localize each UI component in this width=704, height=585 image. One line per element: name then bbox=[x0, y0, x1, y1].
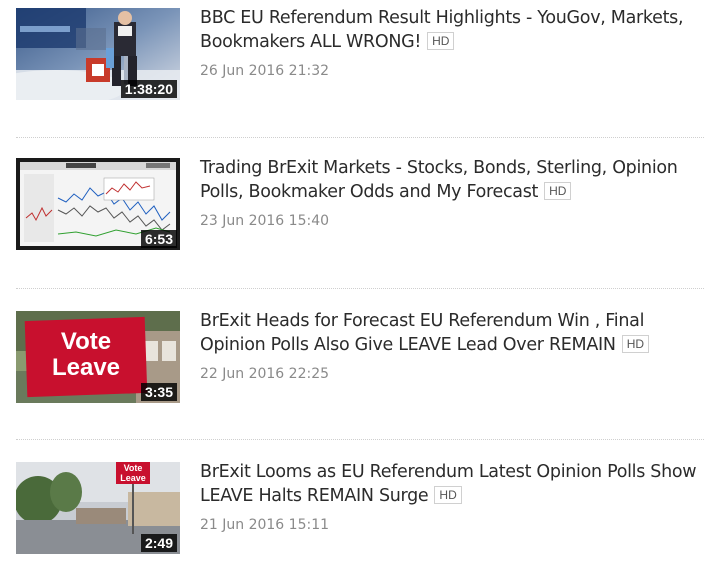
sign-text-line1: Vote bbox=[124, 463, 143, 473]
video-title[interactable]: BBC EU Referendum Result Highlights - Yo… bbox=[200, 6, 700, 54]
video-thumbnail[interactable]: 6:53 bbox=[16, 158, 180, 250]
video-meta: BBC EU Referendum Result Highlights - Yo… bbox=[200, 6, 700, 79]
video-date: 22 Jun 2016 22:25 bbox=[200, 366, 330, 382]
duration-badge: 2:49 bbox=[140, 534, 177, 552]
duration-badge: 3:35 bbox=[140, 383, 177, 401]
sign-text-line1: Vote bbox=[61, 328, 111, 355]
video-date: 23 Jun 2016 15:40 bbox=[200, 213, 330, 229]
video-meta: BrExit Looms as EU Referendum Latest Opi… bbox=[200, 460, 700, 533]
sign-text-line2: Leave bbox=[52, 354, 120, 381]
video-thumbnail[interactable]: Vote Leave 2:49 bbox=[16, 462, 180, 554]
sign-text-line2: Leave bbox=[120, 473, 146, 483]
duration-badge: 6:53 bbox=[140, 230, 177, 248]
video-title[interactable]: BrExit Heads for Forecast EU Referendum … bbox=[200, 309, 700, 357]
divider bbox=[16, 439, 704, 440]
duration-badge: 1:38:20 bbox=[120, 80, 177, 98]
hd-badge: HD bbox=[544, 182, 572, 200]
video-meta: Trading BrExit Markets - Stocks, Bonds, … bbox=[200, 156, 700, 229]
video-title-text[interactable]: BrExit Heads for Forecast EU Referendum … bbox=[200, 311, 644, 355]
video-title[interactable]: BrExit Looms as EU Referendum Latest Opi… bbox=[200, 460, 700, 508]
divider bbox=[16, 137, 704, 138]
hd-badge: HD bbox=[621, 335, 650, 353]
video-item: Vote Leave 2:49 BrExit Looms as EU Refer… bbox=[0, 462, 704, 572]
video-date: 26 Jun 2016 21:32 bbox=[200, 63, 330, 79]
divider bbox=[16, 288, 704, 289]
hd-badge: HD bbox=[434, 486, 462, 504]
video-title-text[interactable]: Trading BrExit Markets - Stocks, Bonds, … bbox=[200, 158, 678, 202]
video-list: 1:38:20 BBC EU Referendum Result Highlig… bbox=[0, 0, 704, 585]
video-item: 1:38:20 BBC EU Referendum Result Highlig… bbox=[0, 8, 704, 118]
video-item: 6:53 Trading BrExit Markets - Stocks, Bo… bbox=[0, 158, 704, 268]
video-thumbnail[interactable]: Vote Leave 3:35 bbox=[16, 311, 180, 403]
video-thumbnail[interactable]: 1:38:20 bbox=[16, 8, 180, 100]
video-item: Vote Leave 3:35 BrExit Heads for Forecas… bbox=[0, 311, 704, 421]
video-meta: BrExit Heads for Forecast EU Referendum … bbox=[200, 309, 700, 382]
hd-badge: HD bbox=[427, 32, 455, 50]
video-date: 21 Jun 2016 15:11 bbox=[200, 517, 330, 533]
video-title[interactable]: Trading BrExit Markets - Stocks, Bonds, … bbox=[200, 156, 700, 204]
